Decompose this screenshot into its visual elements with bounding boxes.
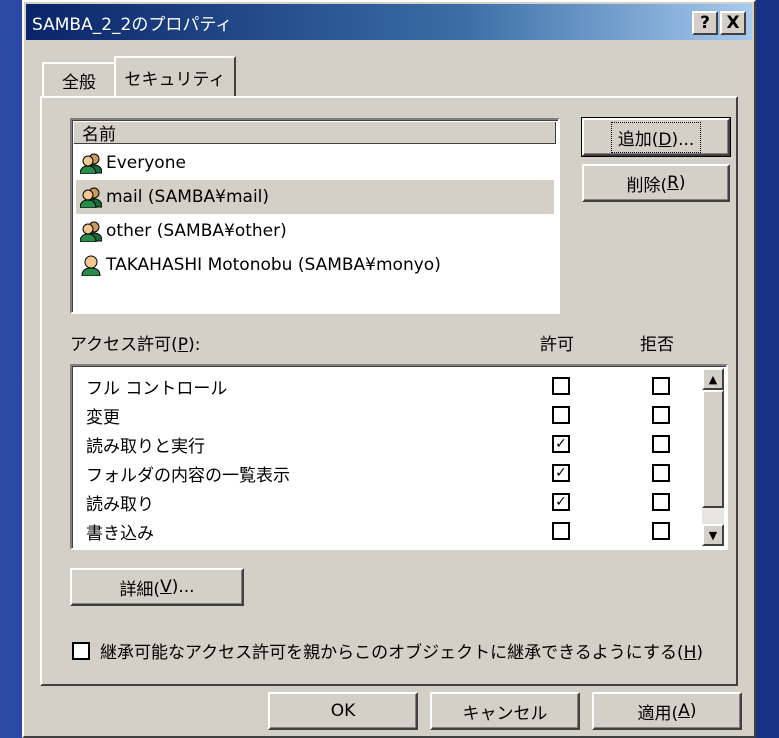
inherit-label-key: H <box>683 643 697 663</box>
user-list-item[interactable]: Everyone <box>76 146 554 180</box>
apply-button[interactable]: 適用(A) <box>592 692 742 730</box>
user-list-item-label: TAKAHASHI Motonobu (SAMBA¥monyo) <box>106 255 441 275</box>
deny-header: 拒否 <box>640 335 674 355</box>
tab-general[interactable]: 全般 <box>42 62 116 96</box>
permission-label: 変更 <box>86 407 120 428</box>
user-list-item[interactable]: TAKAHASHI Motonobu (SAMBA¥monyo) <box>76 248 554 282</box>
permissions-label-key: P <box>177 335 189 355</box>
group-icon <box>80 187 102 208</box>
advanced-button-key: V <box>160 577 172 597</box>
user-list-item-label: mail (SAMBA¥mail) <box>106 187 270 207</box>
deny-checkbox[interactable] <box>652 522 670 540</box>
group-icon <box>80 221 102 242</box>
user-list-item-label: Everyone <box>106 153 186 173</box>
user-list-item[interactable]: mail (SAMBA¥mail) <box>76 180 554 214</box>
deny-checkbox[interactable] <box>652 493 670 511</box>
remove-button[interactable]: 削除(R) <box>582 164 730 202</box>
apply-button-suffix: ) <box>689 701 697 721</box>
close-button[interactable]: X <box>720 11 746 35</box>
inherit-label-text: 継承可能なアクセス許可を親からこのオブジェクトに継承できるようにする( <box>100 643 684 663</box>
advanced-button-text: 詳細( <box>119 579 161 600</box>
help-button[interactable]: ? <box>692 11 718 35</box>
permission-label: フル コントロール <box>86 378 228 399</box>
tab-security[interactable]: セキュリティ <box>114 56 236 96</box>
deny-checkbox[interactable] <box>652 406 670 424</box>
scroll-thumb[interactable] <box>702 390 724 508</box>
add-button-key: D <box>658 129 672 150</box>
group-icon <box>80 153 102 174</box>
users-column-name: 名前 <box>82 125 116 145</box>
permission-label: フォルダの内容の一覧表示 <box>86 465 290 486</box>
permission-row: 書き込み <box>72 515 702 547</box>
user-list-item[interactable]: other (SAMBA¥other) <box>76 214 554 248</box>
add-button[interactable]: 追加(D)... <box>581 117 731 157</box>
permission-label: 読み取りと実行 <box>86 436 205 457</box>
permissions-list[interactable]: フル コントロール 変更読み取りと実行 ✓ フォルダの内容の一覧表示 ✓ 読み取り ✓ 書き込… <box>70 364 728 550</box>
user-icon <box>81 255 101 276</box>
window-title: SAMBA_2_2のプロパティ <box>32 14 233 35</box>
remove-button-suffix: ) <box>678 173 686 193</box>
permission-row: 読み取りと実行 ✓ <box>72 428 702 460</box>
properties-dialog: SAMBA_2_2のプロパティ ? X 全般 セキュリティ 名前 Everyon… <box>22 0 756 738</box>
allow-checkbox[interactable]: ✓ <box>552 464 570 482</box>
permission-label: 書き込み <box>86 523 154 544</box>
inherit-label[interactable]: 継承可能なアクセス許可を親からこのオブジェクトに継承できるようにする(H) <box>100 638 703 663</box>
remove-button-key: R <box>667 173 679 193</box>
allow-checkbox[interactable] <box>552 377 570 395</box>
permission-row: 変更 <box>72 399 702 431</box>
inherit-checkbox[interactable] <box>72 642 90 660</box>
deny-checkbox[interactable] <box>652 435 670 453</box>
allow-checkbox[interactable] <box>552 522 570 540</box>
permission-row: 読み取り ✓ <box>72 486 702 518</box>
add-button-text: 追加( <box>617 129 659 150</box>
security-panel: 名前 Everyone mail (SAMBA¥mail) other (SAMBA… <box>40 96 738 686</box>
apply-button-text: 適用( <box>637 703 679 724</box>
users-list-header[interactable]: 名前 <box>74 122 556 145</box>
permissions-label-suffix: ): <box>188 335 201 355</box>
title-bar: SAMBA_2_2のプロパティ ? X <box>26 4 752 40</box>
deny-checkbox[interactable] <box>652 377 670 395</box>
users-list[interactable]: 名前 Everyone mail (SAMBA¥mail) other (SAMBA… <box>70 118 560 314</box>
remove-button-text: 削除( <box>626 175 668 196</box>
permission-row: フォルダの内容の一覧表示 ✓ <box>72 457 702 489</box>
allow-checkbox[interactable] <box>552 406 570 424</box>
advanced-button[interactable]: 詳細(V)... <box>70 568 244 606</box>
scroll-up-button[interactable]: ▲ <box>702 368 724 390</box>
scroll-down-button[interactable]: ▼ <box>702 524 724 546</box>
apply-button-key: A <box>678 701 690 721</box>
permission-row: フル コントロール <box>72 370 702 402</box>
allow-checkbox[interactable]: ✓ <box>552 435 570 453</box>
add-button-focus: 追加(D)... <box>610 121 702 153</box>
permissions-label: アクセス許可(P): <box>70 330 200 355</box>
allow-header: 許可 <box>540 335 574 355</box>
deny-checkbox[interactable] <box>652 464 670 482</box>
allow-checkbox[interactable]: ✓ <box>552 493 570 511</box>
ok-button[interactable]: OK <box>268 692 418 730</box>
tab-general-label: 全般 <box>62 72 96 93</box>
advanced-button-suffix: )... <box>171 577 195 597</box>
cancel-button[interactable]: キャンセル <box>430 692 580 730</box>
add-button-suffix: )... <box>671 129 695 150</box>
permissions-label-text: アクセス許可( <box>70 335 178 355</box>
permission-label: 読み取り <box>86 494 154 515</box>
inherit-label-suffix: ) <box>696 643 704 663</box>
user-list-item-label: other (SAMBA¥other) <box>106 221 287 241</box>
permissions-scrollbar[interactable]: ▲ ▼ <box>702 368 724 546</box>
tab-security-label: セキュリティ <box>124 69 226 90</box>
